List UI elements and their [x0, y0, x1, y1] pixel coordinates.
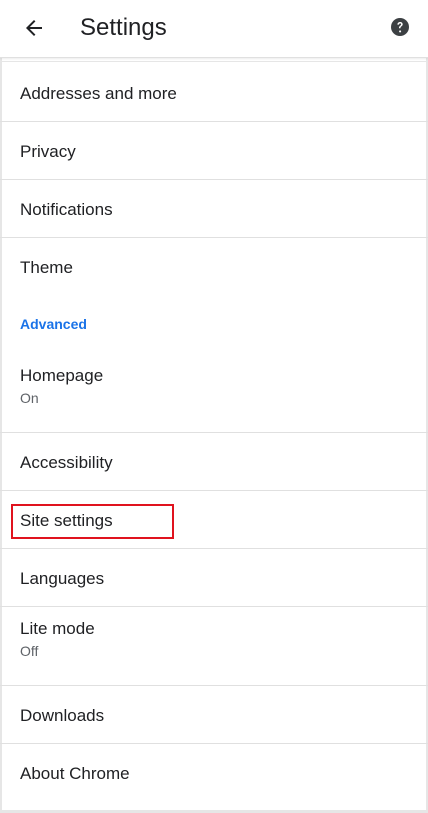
list-item-privacy[interactable]: Privacy: [0, 122, 428, 180]
list-item-notifications[interactable]: Notifications: [0, 180, 428, 238]
item-label: Accessibility: [20, 453, 113, 472]
section-label: Advanced: [20, 316, 87, 332]
item-summary: Off: [20, 643, 39, 659]
item-label: About Chrome: [20, 764, 130, 783]
item-summary: On: [20, 390, 39, 406]
item-label: Homepage: [20, 366, 104, 385]
item-label: Site settings: [20, 511, 113, 530]
list-item-addresses[interactable]: Addresses and more: [0, 64, 428, 122]
item-label: Languages: [20, 569, 105, 588]
item-label: Notifications: [20, 200, 113, 219]
settings-list: Addresses and more Privacy Notifications…: [0, 64, 428, 802]
back-button[interactable]: [18, 12, 50, 44]
list-item-languages[interactable]: Languages: [0, 549, 428, 607]
settings-screen: Settings Addresses and more Privacy Noti…: [0, 0, 428, 813]
page-title: Settings: [80, 14, 167, 41]
item-label: Downloads: [20, 706, 105, 725]
help-circle-icon: [391, 18, 409, 36]
item-label: Lite mode: [20, 619, 95, 638]
list-item-site-settings[interactable]: Site settings: [0, 491, 428, 549]
top-app-bar: Settings: [0, 0, 428, 58]
item-label: Addresses and more: [20, 84, 177, 103]
list-item-about-chrome[interactable]: About Chrome: [0, 744, 428, 802]
item-label: Theme: [20, 258, 73, 277]
list-item-homepage[interactable]: Homepage On: [0, 354, 428, 433]
item-label: Privacy: [20, 142, 76, 161]
list-item-downloads[interactable]: Downloads: [0, 686, 428, 744]
help-button[interactable]: [390, 17, 410, 37]
section-header-advanced: Advanced: [0, 296, 428, 354]
list-item-theme[interactable]: Theme: [0, 238, 428, 296]
arrow-left-icon: [26, 20, 42, 36]
list-top-divider: [0, 61, 428, 62]
list-item-accessibility[interactable]: Accessibility: [0, 433, 428, 491]
list-item-lite-mode[interactable]: Lite mode Off: [0, 607, 428, 686]
